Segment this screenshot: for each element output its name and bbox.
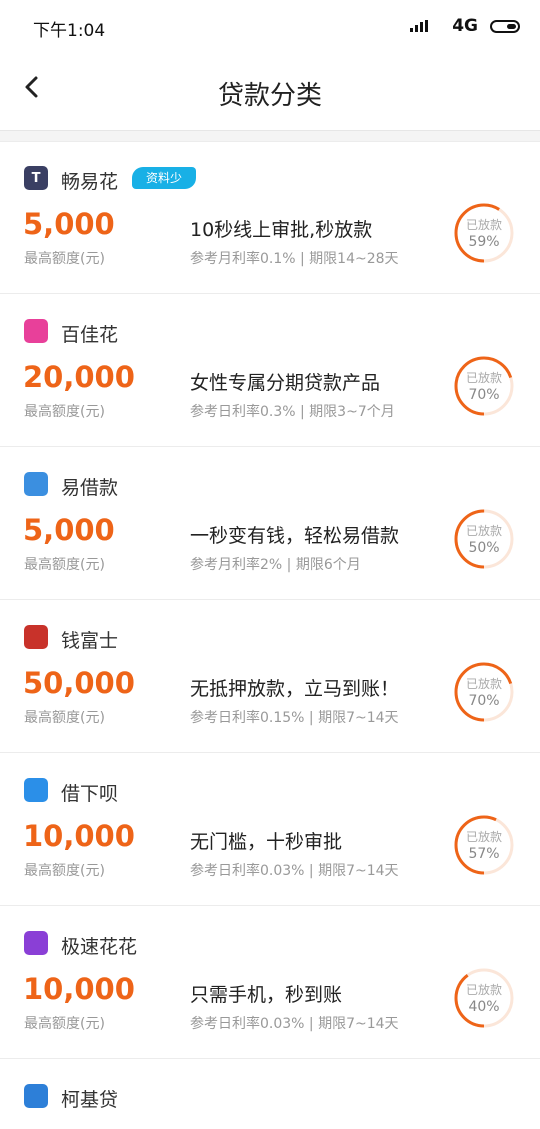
loan-card[interactable]: 钱富士 50,000 最高额度(元) 无抵押放款，立马到账！ 参考日利率0.15… (0, 600, 540, 753)
ring-label: 已放款 (465, 830, 502, 844)
ring-value: 57% (468, 846, 500, 862)
loan-rate-ring: 已放款 50% (454, 509, 514, 569)
rate-and-term: 参考日利率0.03% | 期限7~14天 (190, 863, 399, 879)
product-description: 一秒变有钱，轻松易借款 (190, 525, 400, 547)
product-tag: 资料少 (132, 167, 197, 189)
rate-and-term: 参考日利率0.03% | 期限7~14天 (190, 1016, 399, 1032)
ring-label: 已放款 (465, 371, 502, 385)
product-description: 无门槛，十秒审批 (190, 831, 343, 853)
max-amount-label: 最高额度(元) (24, 1016, 105, 1032)
product-name: 极速花花 (61, 936, 138, 958)
ring-label: 已放款 (465, 983, 502, 997)
ring-value: 50% (468, 540, 500, 556)
rate-and-term: 参考日利率0.3% | 期限3~7个月 (190, 404, 395, 420)
battery-icon (490, 20, 520, 33)
product-logo-icon (24, 931, 48, 955)
ring-value: 40% (468, 999, 500, 1015)
ring-label: 已放款 (465, 218, 502, 232)
loan-card[interactable]: 百佳花 20,000 最高额度(元) 女性专属分期贷款产品 参考日利率0.3% … (0, 294, 540, 447)
loan-card[interactable]: 易借款 5,000 最高额度(元) 一秒变有钱，轻松易借款 参考月利率2% | … (0, 447, 540, 600)
ring-label: 已放款 (465, 524, 502, 538)
max-amount-label: 最高额度(元) (24, 863, 105, 879)
loan-card[interactable]: 借下呗 10,000 最高额度(元) 无门槛，十秒审批 参考日利率0.03% |… (0, 753, 540, 906)
product-name: 百佳花 (61, 324, 119, 346)
status-bar: 下午1:04 4G (0, 0, 540, 55)
product-description: 无抵押放款，立马到账！ (190, 678, 400, 700)
max-amount-label: 最高额度(元) (24, 404, 105, 420)
status-time: 下午1:04 (33, 21, 106, 41)
product-name: 钱富士 (61, 630, 119, 652)
product-description: 女性专属分期贷款产品 (190, 372, 381, 394)
product-description: 只需手机，秒到账 (190, 984, 343, 1006)
product-description: 10秒线上审批,秒放款 (190, 219, 373, 241)
loan-rate-ring: 已放款 70% (454, 356, 514, 416)
max-amount: 20,000 (23, 360, 135, 394)
loan-rate-ring: 已放款 70% (454, 662, 514, 722)
page-title: 贷款分类 (217, 81, 322, 111)
loan-rate-ring: 已放款 59% (454, 203, 514, 263)
rate-and-term: 参考日利率0.15% | 期限7~14天 (190, 710, 399, 726)
loan-list: T 畅易花 资料少 5,000 最高额度(元) 10秒线上审批,秒放款 参考月利… (0, 141, 540, 1129)
loan-card[interactable]: 极速花花 10,000 最高额度(元) 只需手机，秒到账 参考日利率0.03% … (0, 906, 540, 1059)
rate-and-term: 参考月利率2% | 期限6个月 (190, 557, 361, 573)
max-amount: 10,000 (23, 819, 135, 853)
product-name: 畅易花 (61, 171, 119, 193)
signal-icon (410, 20, 428, 32)
product-name: 柯基贷 (61, 1089, 119, 1111)
product-name: 易借款 (61, 477, 119, 499)
rate-and-term: 参考月利率0.1% | 期限14~28天 (190, 251, 399, 267)
product-logo-icon (24, 625, 48, 649)
product-logo-icon (24, 1084, 48, 1108)
ring-label: 已放款 (465, 677, 502, 691)
max-amount: 50,000 (23, 666, 135, 700)
ring-value: 70% (468, 387, 500, 403)
ring-value: 59% (468, 234, 500, 250)
max-amount-label: 最高额度(元) (24, 557, 105, 573)
max-amount: 5,000 (23, 513, 115, 547)
max-amount-label: 最高额度(元) (24, 710, 105, 726)
loan-rate-ring: 已放款 57% (454, 815, 514, 875)
product-logo-icon (24, 319, 48, 343)
max-amount: 10,000 (23, 972, 135, 1006)
navigation-bar: 贷款分类 (0, 55, 540, 131)
max-amount: 5,000 (23, 207, 115, 241)
loan-card[interactable]: T 畅易花 资料少 5,000 最高额度(元) 10秒线上审批,秒放款 参考月利… (0, 141, 540, 294)
network-type: 4G (452, 16, 478, 36)
ring-value: 70% (468, 693, 500, 709)
loan-rate-ring: 已放款 40% (454, 968, 514, 1028)
product-logo-icon (24, 778, 48, 802)
loan-card[interactable]: 柯基贷 (0, 1059, 540, 1129)
product-logo-icon: T (24, 166, 48, 190)
product-name: 借下呗 (61, 783, 119, 805)
max-amount-label: 最高额度(元) (24, 251, 105, 267)
product-logo-icon (24, 472, 48, 496)
